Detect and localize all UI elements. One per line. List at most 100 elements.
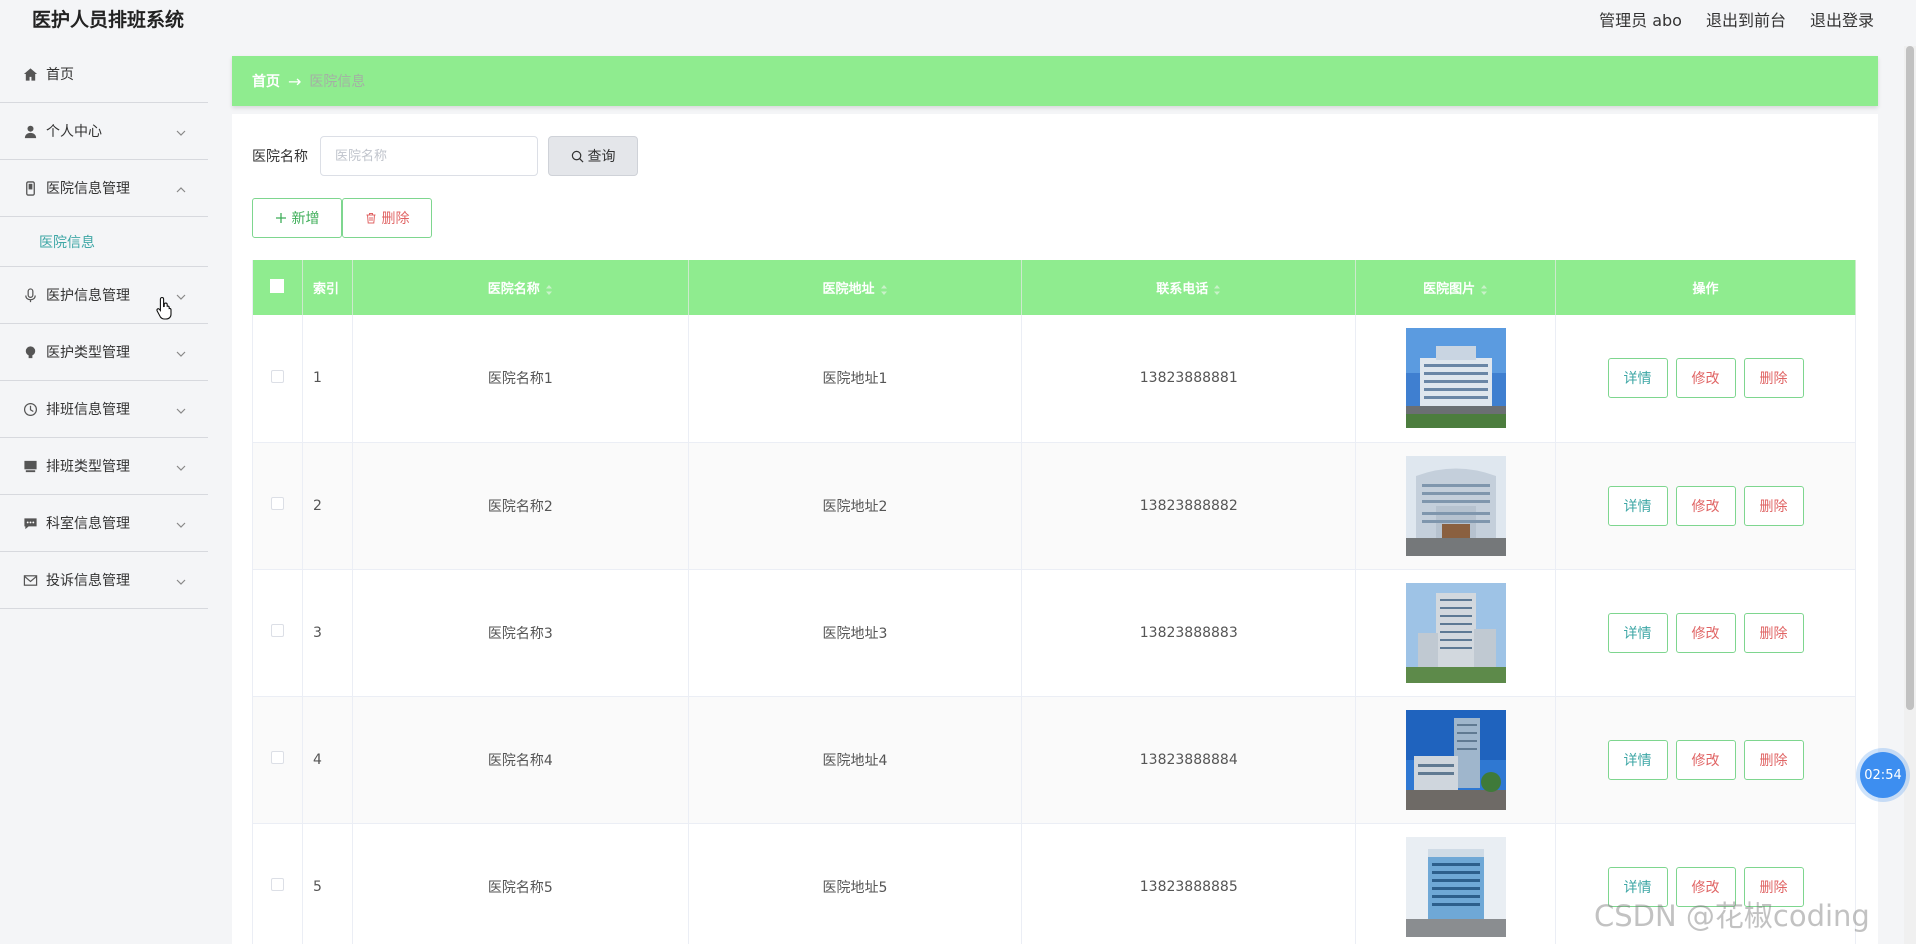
row-checkbox[interactable]: [270, 369, 284, 383]
row-checkbox[interactable]: [270, 624, 284, 637]
row-select-cell: [252, 696, 303, 823]
sidebar-item-hospital-management[interactable]: 医院信息管理: [0, 160, 208, 217]
row-checkbox[interactable]: [270, 878, 284, 891]
detail-button[interactable]: 详情: [1607, 485, 1668, 526]
chevron-down-icon: [176, 575, 186, 585]
delete-button[interactable]: 删除: [1743, 358, 1804, 399]
delete-button[interactable]: 删除: [1743, 612, 1804, 653]
cell-index: 5: [302, 823, 353, 944]
phone-icon: [22, 180, 38, 196]
cell-index: 1: [302, 315, 353, 442]
header-index: 索引: [302, 260, 353, 315]
search-input[interactable]: [320, 136, 538, 176]
action-row: 新增 删除: [252, 198, 432, 238]
exit-to-front-link[interactable]: 退出到前台: [1706, 7, 1786, 31]
detail-button[interactable]: 详情: [1607, 612, 1668, 653]
cell-address: 医院地址4: [688, 696, 1023, 823]
chevron-down-icon: [176, 518, 186, 528]
header-phone-label: 联系电话: [1156, 282, 1209, 297]
mail-icon: [22, 572, 38, 588]
add-button[interactable]: 新增: [252, 198, 342, 238]
header-phone[interactable]: 联系电话: [1021, 260, 1357, 315]
header-name[interactable]: 医院名称: [352, 260, 689, 315]
admin-user-label[interactable]: 管理员 abo: [1599, 7, 1682, 31]
row-select-cell: [252, 823, 303, 944]
sidebar-item-label: 排班信息管理: [46, 402, 130, 418]
cell-ops: 详情 修改 删除: [1555, 442, 1856, 569]
header-image[interactable]: 医院图片: [1355, 260, 1557, 315]
hospital-image[interactable]: [1405, 836, 1506, 937]
delete-button[interactable]: 删除: [1743, 739, 1804, 780]
lightbulb-icon: [22, 344, 38, 360]
edit-button[interactable]: 修改: [1675, 485, 1736, 526]
breadcrumb: 首页 → 医院信息: [232, 56, 1878, 106]
timer-badge[interactable]: 02:54: [1860, 752, 1906, 798]
table-row: 3 医院名称3 医院地址3 13823888883 详情 修改 删除: [252, 569, 1856, 696]
cell-image: [1355, 315, 1557, 442]
row-select-cell: [252, 442, 303, 569]
sidebar-item-staff-type-management[interactable]: 医护类型管理: [0, 324, 208, 381]
cell-index: 2: [302, 442, 353, 569]
chat-icon: [22, 515, 38, 531]
sidebar-subitem-hospital-info[interactable]: 医院信息: [0, 217, 208, 267]
hospital-image[interactable]: [1405, 709, 1506, 810]
table-row: 4 医院名称4 医院地址4 13823888884 详情 修改 删除: [252, 696, 1856, 823]
sidebar-item-complaint-management[interactable]: 投诉信息管理: [0, 552, 208, 609]
edit-button[interactable]: 修改: [1675, 739, 1736, 780]
cell-ops: 详情 修改 删除: [1555, 569, 1856, 696]
cell-name: 医院名称1: [352, 315, 689, 442]
search-label: 医院名称: [252, 149, 308, 165]
cell-name: 医院名称4: [352, 696, 689, 823]
header-address[interactable]: 医院地址: [688, 260, 1023, 315]
scrollbar-thumb[interactable]: [1906, 46, 1914, 710]
sidebar-item-schedule-type-management[interactable]: 排班类型管理: [0, 438, 208, 495]
sidebar-item-home[interactable]: 首页: [0, 46, 208, 103]
cell-address: 医院地址1: [688, 315, 1023, 442]
sidebar-item-medical-staff-management[interactable]: 医护信息管理: [0, 267, 208, 324]
breadcrumb-arrow-icon: →: [288, 71, 302, 91]
app-title: 医护人员排班系统: [32, 9, 185, 31]
search-icon: [571, 150, 583, 162]
cell-address: 医院地址3: [688, 569, 1023, 696]
sidebar-item-label: 医院信息管理: [46, 181, 130, 197]
table-row: 1 医院名称1 医院地址1 13823888881 详情 修改 删除: [252, 315, 1856, 442]
hospital-table: 索引 医院名称 医院地址 联系电话 医院图片 操作 1 医院名称1 医院地址1 …: [252, 260, 1856, 944]
logout-link[interactable]: 退出登录: [1810, 7, 1874, 31]
hospital-image[interactable]: [1405, 328, 1506, 429]
table-header-row: 索引 医院名称 医院地址 联系电话 医院图片 操作: [252, 260, 1856, 315]
breadcrumb-current: 医院信息: [309, 74, 366, 90]
detail-button[interactable]: 详情: [1607, 358, 1668, 399]
select-all-checkbox[interactable]: [270, 278, 285, 293]
cell-image: [1355, 696, 1557, 823]
cell-phone: 13823888881: [1021, 315, 1357, 442]
cell-phone: 13823888882: [1021, 442, 1357, 569]
row-checkbox[interactable]: [270, 497, 284, 510]
cell-address: 医院地址2: [688, 442, 1023, 569]
cell-name: 医院名称3: [352, 569, 689, 696]
delete-button[interactable]: 删除: [1743, 485, 1804, 526]
cell-index: 3: [302, 569, 353, 696]
search-button[interactable]: 查询: [548, 136, 638, 176]
hospital-image[interactable]: [1405, 455, 1506, 556]
cell-name: 医院名称5: [352, 823, 689, 944]
edit-button[interactable]: 修改: [1675, 612, 1736, 653]
sidebar-item-department-management[interactable]: 科室信息管理: [0, 495, 208, 552]
edit-button[interactable]: 修改: [1675, 358, 1736, 399]
cell-ops: 详情 修改 删除: [1555, 315, 1856, 442]
sidebar-item-schedule-management[interactable]: 排班信息管理: [0, 381, 208, 438]
chevron-down-icon: [176, 461, 186, 471]
hospital-image[interactable]: [1405, 582, 1506, 683]
user-icon: [22, 123, 38, 139]
clock-icon: [22, 401, 38, 417]
breadcrumb-home[interactable]: 首页: [252, 71, 280, 91]
batch-delete-button[interactable]: 删除: [342, 198, 432, 238]
search-button-label: 查询: [587, 149, 616, 165]
chevron-up-icon: [176, 183, 186, 193]
page-scrollbar[interactable]: [1904, 46, 1916, 944]
row-checkbox[interactable]: [270, 751, 284, 764]
sidebar-item-personal-center[interactable]: 个人中心: [0, 103, 208, 160]
monitor-icon: [22, 458, 38, 474]
sidebar: 首页 个人中心 医院信息管理 医院信息 医护信息管理 医护类型管理 排班信息管理: [0, 46, 208, 609]
detail-button[interactable]: 详情: [1607, 739, 1668, 780]
cell-image: [1355, 569, 1557, 696]
